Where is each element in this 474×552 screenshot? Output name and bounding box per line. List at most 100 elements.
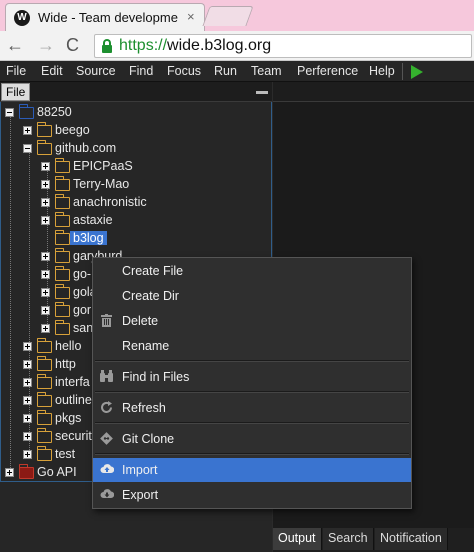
expand-icon[interactable] — [23, 126, 32, 135]
expand-icon[interactable] — [41, 306, 50, 315]
menu-item-export[interactable]: Export — [93, 483, 411, 507]
menu-item-rename[interactable]: Rename — [93, 334, 411, 358]
new-tab-button[interactable] — [202, 6, 254, 26]
menu-item-create-dir[interactable]: Create Dir — [93, 284, 411, 308]
tab-notification[interactable]: Notification — [375, 528, 448, 550]
tree-node-label: san — [73, 321, 94, 335]
menu-item-delete[interactable]: Delete — [93, 309, 411, 333]
tree-node-hello[interactable]: hello — [1, 338, 93, 356]
expand-icon[interactable] — [41, 162, 50, 171]
tree-node-interfaces[interactable]: interfa — [1, 374, 93, 392]
menu-edit[interactable]: Edit — [41, 64, 63, 78]
expand-icon[interactable] — [41, 180, 50, 189]
refresh-icon — [100, 401, 113, 414]
tree-node-label-selected: b3log — [70, 231, 107, 245]
reload-icon[interactable]: C — [66, 35, 79, 55]
tab-output[interactable]: Output — [273, 528, 322, 550]
folder-icon — [37, 446, 52, 461]
expand-icon[interactable] — [23, 342, 32, 351]
menu-item-create-file[interactable]: Create File — [93, 259, 411, 283]
folder-icon — [37, 410, 52, 425]
close-tab-icon[interactable]: × — [187, 9, 195, 24]
folder-icon — [55, 302, 70, 317]
expand-icon[interactable] — [23, 432, 32, 441]
menu-separator — [95, 391, 409, 393]
folder-icon — [37, 374, 52, 389]
browser-tab-bar: W Wide - Team developme × — [0, 0, 474, 31]
menu-help[interactable]: Help — [369, 64, 395, 78]
file-panel-header: File — [0, 82, 272, 102]
expand-icon[interactable] — [23, 396, 32, 405]
tree-node-label: http — [55, 357, 76, 371]
url-text: https://wide.b3log.org — [119, 37, 271, 55]
tree-node-go-api[interactable]: Go API — [1, 464, 93, 482]
expand-icon[interactable] — [41, 324, 50, 333]
tree-node-b3log[interactable]: b3log — [1, 230, 271, 248]
run-play-icon[interactable] — [411, 65, 423, 79]
tree-node-beego[interactable]: beego — [1, 122, 271, 140]
tree-node-label: Terry-Mao — [73, 177, 130, 191]
tree-node-label: gor — [73, 303, 92, 317]
collapse-icon[interactable] — [5, 108, 14, 117]
tree-node-88250[interactable]: 88250 — [1, 104, 271, 122]
expand-icon[interactable] — [23, 450, 32, 459]
cloud-upload-icon — [100, 463, 115, 476]
menu-item-label: Import — [122, 463, 158, 477]
tree-node-go[interactable]: go- — [1, 266, 93, 284]
lock-icon — [102, 39, 112, 53]
expand-icon[interactable] — [41, 216, 50, 225]
expand-icon[interactable] — [23, 378, 32, 387]
tab-search[interactable]: Search — [323, 528, 374, 550]
menu-team[interactable]: Team — [251, 64, 282, 78]
tree-node-security[interactable]: securit — [1, 428, 93, 446]
menu-perference[interactable]: Perference — [297, 64, 358, 78]
file-panel-tab[interactable]: File — [1, 83, 31, 101]
folder-icon — [55, 230, 70, 245]
tree-node-gor[interactable]: gor — [1, 302, 93, 320]
tree-node-astaxie[interactable]: astaxie — [1, 212, 271, 230]
collapse-icon[interactable] — [23, 144, 32, 153]
tree-node-anachronistic[interactable]: anachronistic — [1, 194, 271, 212]
url-input[interactable]: https://wide.b3log.org — [94, 34, 472, 58]
folder-icon — [55, 320, 70, 335]
folder-icon — [55, 266, 70, 281]
tree-node-gola[interactable]: gola — [1, 284, 97, 302]
expand-icon[interactable] — [41, 252, 50, 261]
tree-node-outline[interactable]: outline — [1, 392, 93, 410]
menu-source[interactable]: Source — [76, 64, 116, 78]
browser-tab-title: Wide - Team developme — [38, 10, 178, 25]
minimize-panel-icon[interactable] — [256, 91, 268, 94]
tree-node-san[interactable]: san — [1, 320, 93, 338]
tree-node-http[interactable]: http — [1, 356, 93, 374]
menu-focus[interactable]: Focus — [167, 64, 201, 78]
folder-icon — [37, 140, 52, 155]
expand-icon[interactable] — [41, 270, 50, 279]
tree-node-epicpaas[interactable]: EPICPaaS — [1, 158, 271, 176]
back-arrow-icon[interactable]: ← — [6, 35, 24, 55]
tree-node-test[interactable]: test — [1, 446, 93, 464]
menu-find[interactable]: Find — [129, 64, 153, 78]
menu-item-git-clone[interactable]: Git Clone — [93, 427, 411, 451]
folder-icon — [55, 284, 70, 299]
expand-icon[interactable] — [23, 360, 32, 369]
menu-separator — [95, 360, 409, 362]
forward-arrow-icon[interactable]: → — [37, 35, 55, 55]
expand-icon[interactable] — [5, 468, 14, 477]
browser-tab[interactable]: W Wide - Team developme × — [5, 3, 205, 31]
menu-item-find-in-files[interactable]: Find in Files — [93, 365, 411, 389]
tree-node-label: pkgs — [55, 411, 82, 425]
tree-node-pkgs[interactable]: pkgs — [1, 410, 93, 428]
menu-item-import[interactable]: Import — [93, 458, 411, 482]
tree-node-terry-mao[interactable]: Terry-Mao — [1, 176, 271, 194]
tree-node-label: EPICPaaS — [73, 159, 133, 173]
menu-run[interactable]: Run — [214, 64, 237, 78]
tree-node-label: github.com — [55, 141, 117, 155]
expand-icon[interactable] — [41, 198, 50, 207]
expand-icon[interactable] — [41, 288, 50, 297]
menu-item-refresh[interactable]: Refresh — [93, 396, 411, 420]
tree-node-github-com[interactable]: github.com — [1, 140, 271, 158]
folder-icon — [19, 464, 34, 479]
menu-item-label: Export — [122, 488, 159, 502]
menu-file[interactable]: File — [6, 64, 26, 78]
expand-icon[interactable] — [23, 414, 32, 423]
